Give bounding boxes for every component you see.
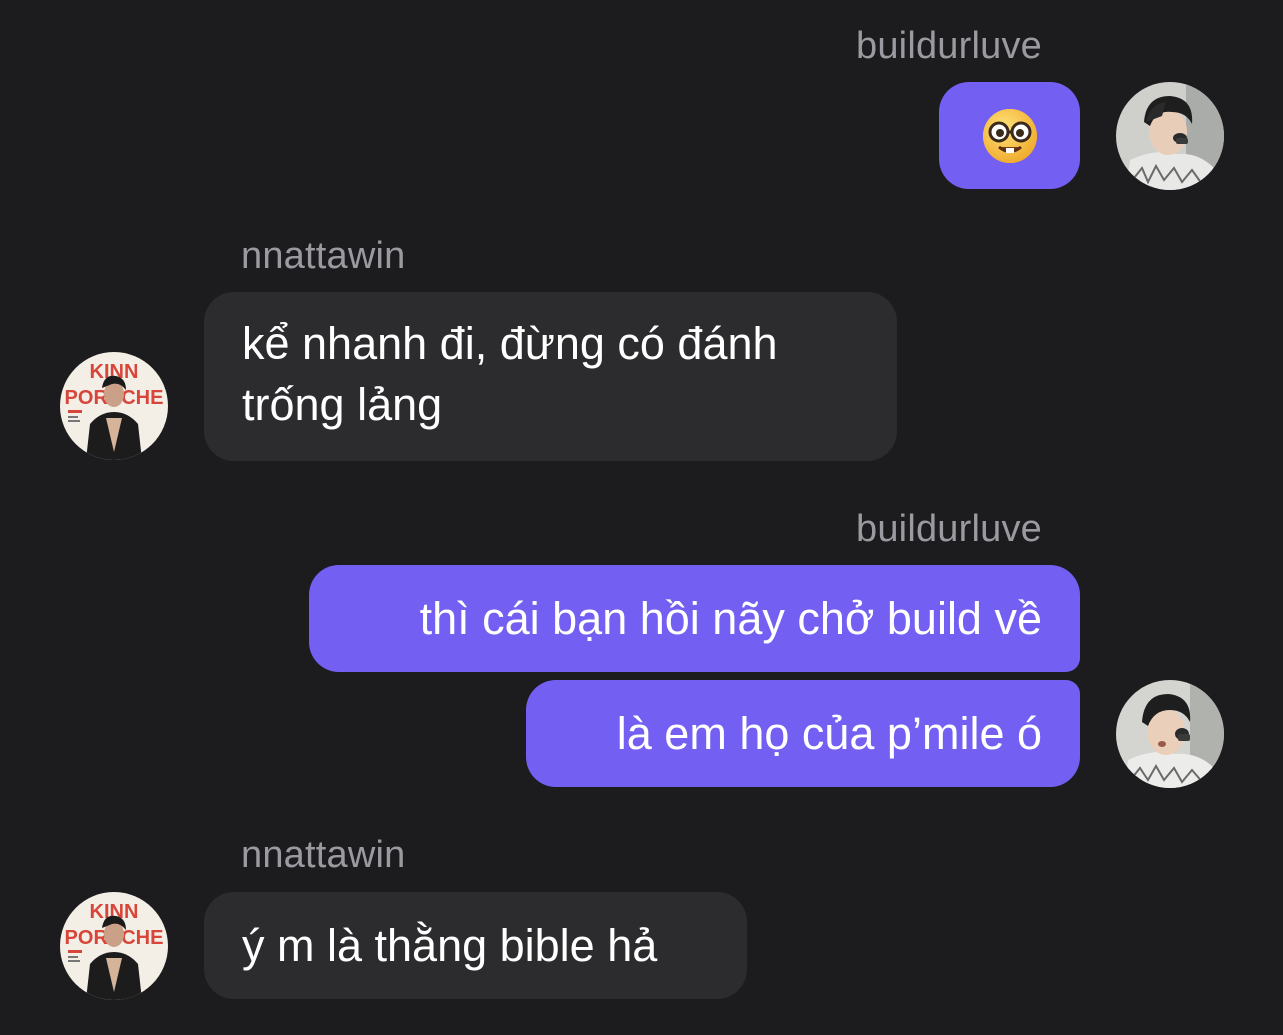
- avatar-buildurluve[interactable]: [1116, 82, 1224, 190]
- sender-name: nnattawin: [241, 235, 406, 277]
- message-bubble-incoming[interactable]: ý m là thằng bible hả: [204, 892, 747, 999]
- message-bubble-outgoing[interactable]: thì cái bạn hồi nãy chở build về: [309, 565, 1080, 672]
- message-bubble-outgoing[interactable]: là em họ của p’mile ó: [526, 680, 1080, 787]
- message-bubble-incoming[interactable]: kể nhanh đi, đừng có đánh trống lảng: [204, 292, 897, 461]
- profile-photo-icon: [1116, 82, 1224, 190]
- message-text: kể nhanh đi, đừng có đánh trống lảng: [242, 318, 778, 430]
- message-text: là em họ của p’mile ó: [616, 707, 1042, 759]
- sender-name: nnattawin: [241, 834, 406, 876]
- avatar-nnattawin[interactable]: KINN PORSCHE: [60, 352, 168, 460]
- message-text: thì cái bạn hồi nãy chở build về: [419, 592, 1042, 644]
- sender-name: buildurluve: [856, 508, 1042, 550]
- message-bubble-outgoing[interactable]: [939, 82, 1080, 189]
- nerd-face-emoji-icon: [982, 108, 1037, 163]
- kinnporsche-poster-icon: KINN PORSCHE: [60, 352, 168, 460]
- sender-name: buildurluve: [856, 25, 1042, 67]
- avatar-buildurluve[interactable]: [1116, 680, 1224, 788]
- profile-photo-icon: [1116, 680, 1224, 788]
- message-text: ý m là thằng bible hả: [242, 919, 658, 971]
- kinnporsche-poster-icon: KINN PORSCHE: [60, 892, 168, 1000]
- avatar-nnattawin[interactable]: KINN PORSCHE: [60, 892, 168, 1000]
